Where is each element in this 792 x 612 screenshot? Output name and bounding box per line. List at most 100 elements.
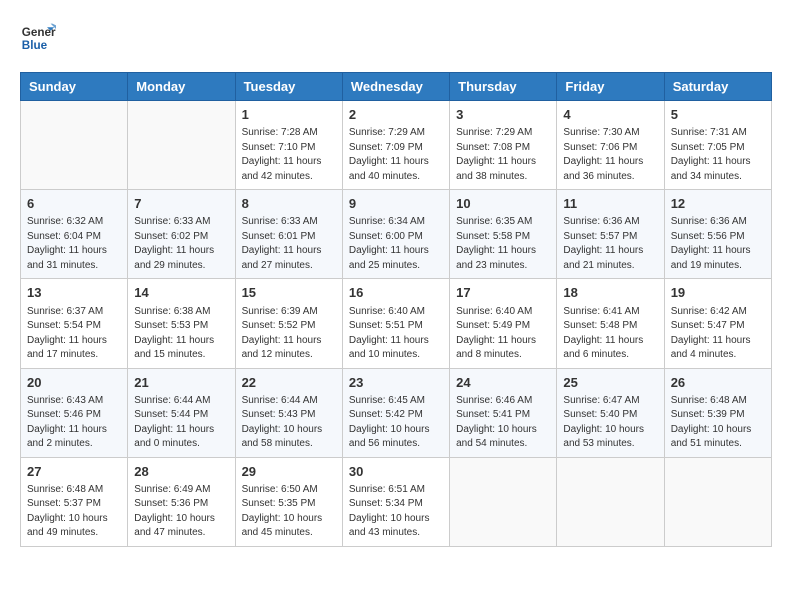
day-number: 13 xyxy=(27,284,121,302)
day-number: 10 xyxy=(456,195,550,213)
calendar-cell: 8Sunrise: 6:33 AM Sunset: 6:01 PM Daylig… xyxy=(235,190,342,279)
weekday-header-sunday: Sunday xyxy=(21,73,128,101)
day-number: 16 xyxy=(349,284,443,302)
calendar-cell: 12 Sunrise: 6:36 AM Sunset: 5:56 PM Dayli… xyxy=(664,190,771,279)
day-number: 11 xyxy=(563,195,657,213)
day-number: 1 xyxy=(242,106,336,124)
day-info: Sunrise: 6:44 AM Sunset: 5:44 PM Dayligh… xyxy=(134,394,228,452)
calendar-cell: 15 Sunrise: 6:39 AM Sunset: 5:52 PM Dayli… xyxy=(235,279,342,368)
calendar-cell: 18Sunrise: 6:41 AM Sunset: 5:48 PM Dayli… xyxy=(557,279,664,368)
calendar-cell xyxy=(21,101,128,190)
weekday-header-saturday: Saturday xyxy=(664,73,771,101)
day-info: Sunrise: 6:47 AM Sunset: 5:40 PM Dayligh… xyxy=(563,394,657,452)
calendar-cell: 30 Sunrise: 6:51 AM Sunset: 5:34 PM Dayli… xyxy=(342,457,449,546)
day-info: Sunrise: 6:37 AM Sunset: 5:54 PM Dayligh… xyxy=(27,305,121,363)
calendar-cell: 25 Sunrise: 6:47 AM Sunset: 5:40 PM Dayli… xyxy=(557,368,664,457)
day-number: 12 xyxy=(671,195,765,213)
calendar-cell: 10Sunrise: 6:35 AM Sunset: 5:58 PM Dayli… xyxy=(450,190,557,279)
day-number: 7 xyxy=(134,195,228,213)
calendar-week-1: 1 Sunrise: 7:28 AM Sunset: 7:10 PM Daylig… xyxy=(21,101,772,190)
day-number: 4 xyxy=(563,106,657,124)
calendar-cell: 19 Sunrise: 6:42 AM Sunset: 5:47 PM Dayli… xyxy=(664,279,771,368)
calendar-cell: 4 Sunrise: 7:30 AM Sunset: 7:06 PM Daylig… xyxy=(557,101,664,190)
calendar-body: 1 Sunrise: 7:28 AM Sunset: 7:10 PM Daylig… xyxy=(21,101,772,547)
day-info: Sunrise: 6:44 AM Sunset: 5:43 PM Dayligh… xyxy=(242,394,336,452)
day-number: 14 xyxy=(134,284,228,302)
day-number: 5 xyxy=(671,106,765,124)
svg-text:Blue: Blue xyxy=(22,39,48,52)
calendar-cell: 6 Sunrise: 6:32 AM Sunset: 6:04 PM Daylig… xyxy=(21,190,128,279)
calendar-cell: 3Sunrise: 7:29 AM Sunset: 7:08 PM Daylig… xyxy=(450,101,557,190)
weekday-header-tuesday: Tuesday xyxy=(235,73,342,101)
day-number: 6 xyxy=(27,195,121,213)
weekday-header-thursday: Thursday xyxy=(450,73,557,101)
day-info: Sunrise: 7:28 AM Sunset: 7:10 PM Dayligh… xyxy=(242,126,336,184)
calendar-cell xyxy=(128,101,235,190)
calendar-week-2: 6 Sunrise: 6:32 AM Sunset: 6:04 PM Daylig… xyxy=(21,190,772,279)
day-info: Sunrise: 7:31 AM Sunset: 7:05 PM Dayligh… xyxy=(671,126,765,184)
day-info: Sunrise: 6:38 AM Sunset: 5:53 PM Dayligh… xyxy=(134,305,228,363)
day-info: Sunrise: 6:42 AM Sunset: 5:47 PM Dayligh… xyxy=(671,305,765,363)
day-info: Sunrise: 6:40 AM Sunset: 5:49 PM Dayligh… xyxy=(456,305,550,363)
calendar-cell: 2Sunrise: 7:29 AM Sunset: 7:09 PM Daylig… xyxy=(342,101,449,190)
calendar-cell: 29Sunrise: 6:50 AM Sunset: 5:35 PM Dayli… xyxy=(235,457,342,546)
day-info: Sunrise: 6:39 AM Sunset: 5:52 PM Dayligh… xyxy=(242,305,336,363)
calendar-week-4: 20Sunrise: 6:43 AM Sunset: 5:46 PM Dayli… xyxy=(21,368,772,457)
calendar-cell: 11 Sunrise: 6:36 AM Sunset: 5:57 PM Dayli… xyxy=(557,190,664,279)
header: General Blue xyxy=(20,20,772,56)
weekday-header-row: SundayMondayTuesdayWednesdayThursdayFrid… xyxy=(21,73,772,101)
calendar-cell: 24Sunrise: 6:46 AM Sunset: 5:41 PM Dayli… xyxy=(450,368,557,457)
day-info: Sunrise: 6:41 AM Sunset: 5:48 PM Dayligh… xyxy=(563,305,657,363)
day-number: 26 xyxy=(671,374,765,392)
day-info: Sunrise: 6:48 AM Sunset: 5:37 PM Dayligh… xyxy=(27,483,121,541)
day-info: Sunrise: 6:51 AM Sunset: 5:34 PM Dayligh… xyxy=(349,483,443,541)
day-number: 25 xyxy=(563,374,657,392)
day-info: Sunrise: 6:46 AM Sunset: 5:41 PM Dayligh… xyxy=(456,394,550,452)
day-number: 21 xyxy=(134,374,228,392)
day-info: Sunrise: 6:48 AM Sunset: 5:39 PM Dayligh… xyxy=(671,394,765,452)
day-info: Sunrise: 6:49 AM Sunset: 5:36 PM Dayligh… xyxy=(134,483,228,541)
weekday-header-monday: Monday xyxy=(128,73,235,101)
calendar: SundayMondayTuesdayWednesdayThursdayFrid… xyxy=(20,72,772,547)
day-info: Sunrise: 6:33 AM Sunset: 6:02 PM Dayligh… xyxy=(134,215,228,273)
day-number: 22 xyxy=(242,374,336,392)
calendar-cell: 23Sunrise: 6:45 AM Sunset: 5:42 PM Dayli… xyxy=(342,368,449,457)
day-number: 15 xyxy=(242,284,336,302)
calendar-cell: 27 Sunrise: 6:48 AM Sunset: 5:37 PM Dayli… xyxy=(21,457,128,546)
calendar-cell: 28 Sunrise: 6:49 AM Sunset: 5:36 PM Dayli… xyxy=(128,457,235,546)
calendar-cell xyxy=(557,457,664,546)
calendar-cell: 7 Sunrise: 6:33 AM Sunset: 6:02 PM Daylig… xyxy=(128,190,235,279)
logo-icon: General Blue xyxy=(20,20,56,56)
day-info: Sunrise: 6:36 AM Sunset: 5:57 PM Dayligh… xyxy=(563,215,657,273)
day-number: 9 xyxy=(349,195,443,213)
day-number: 30 xyxy=(349,463,443,481)
calendar-cell: 14 Sunrise: 6:38 AM Sunset: 5:53 PM Dayli… xyxy=(128,279,235,368)
day-number: 19 xyxy=(671,284,765,302)
day-info: Sunrise: 7:29 AM Sunset: 7:09 PM Dayligh… xyxy=(349,126,443,184)
calendar-cell: 26 Sunrise: 6:48 AM Sunset: 5:39 PM Dayli… xyxy=(664,368,771,457)
day-info: Sunrise: 6:40 AM Sunset: 5:51 PM Dayligh… xyxy=(349,305,443,363)
calendar-cell: 22 Sunrise: 6:44 AM Sunset: 5:43 PM Dayli… xyxy=(235,368,342,457)
day-info: Sunrise: 6:45 AM Sunset: 5:42 PM Dayligh… xyxy=(349,394,443,452)
calendar-cell: 5 Sunrise: 7:31 AM Sunset: 7:05 PM Daylig… xyxy=(664,101,771,190)
day-info: Sunrise: 7:29 AM Sunset: 7:08 PM Dayligh… xyxy=(456,126,550,184)
calendar-week-5: 27 Sunrise: 6:48 AM Sunset: 5:37 PM Dayli… xyxy=(21,457,772,546)
calendar-cell: 20Sunrise: 6:43 AM Sunset: 5:46 PM Dayli… xyxy=(21,368,128,457)
calendar-week-3: 13 Sunrise: 6:37 AM Sunset: 5:54 PM Dayli… xyxy=(21,279,772,368)
logo: General Blue xyxy=(20,20,62,56)
day-number: 28 xyxy=(134,463,228,481)
day-number: 17 xyxy=(456,284,550,302)
day-info: Sunrise: 6:32 AM Sunset: 6:04 PM Dayligh… xyxy=(27,215,121,273)
calendar-header: SundayMondayTuesdayWednesdayThursdayFrid… xyxy=(21,73,772,101)
weekday-header-friday: Friday xyxy=(557,73,664,101)
weekday-header-wednesday: Wednesday xyxy=(342,73,449,101)
day-number: 27 xyxy=(27,463,121,481)
calendar-cell: 13 Sunrise: 6:37 AM Sunset: 5:54 PM Dayli… xyxy=(21,279,128,368)
day-info: Sunrise: 6:34 AM Sunset: 6:00 PM Dayligh… xyxy=(349,215,443,273)
calendar-cell: 17 Sunrise: 6:40 AM Sunset: 5:49 PM Dayli… xyxy=(450,279,557,368)
day-info: Sunrise: 6:33 AM Sunset: 6:01 PM Dayligh… xyxy=(242,215,336,273)
day-info: Sunrise: 6:36 AM Sunset: 5:56 PM Dayligh… xyxy=(671,215,765,273)
calendar-cell: 1 Sunrise: 7:28 AM Sunset: 7:10 PM Daylig… xyxy=(235,101,342,190)
day-info: Sunrise: 7:30 AM Sunset: 7:06 PM Dayligh… xyxy=(563,126,657,184)
day-number: 20 xyxy=(27,374,121,392)
